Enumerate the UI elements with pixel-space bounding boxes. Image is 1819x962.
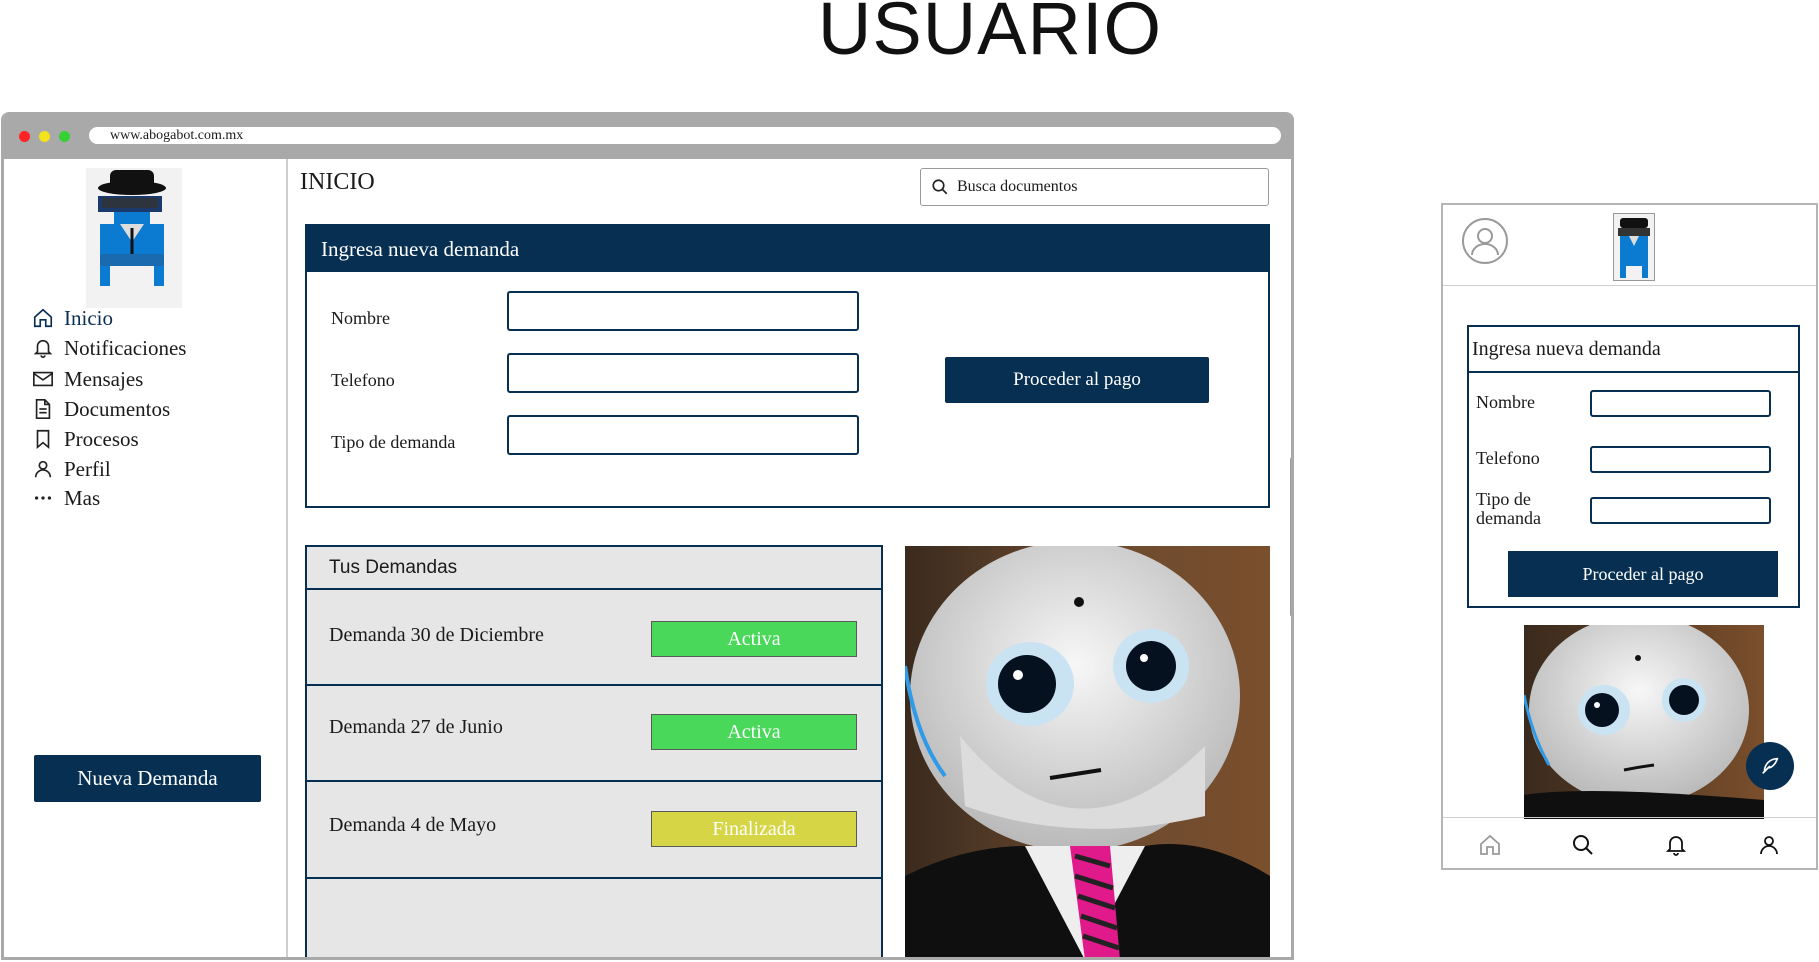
list-item[interactable]: Demanda 4 de Mayo Finalizada	[307, 782, 881, 879]
sidebar-item-label: Mensajes	[64, 366, 144, 391]
mobile-type-label: Tipo de demanda	[1476, 490, 1541, 528]
mobile-name-label: Nombre	[1476, 392, 1535, 412]
status-badge: Activa	[651, 714, 857, 750]
user-icon	[1760, 835, 1779, 854]
sidebar-item-perfil[interactable]: Perfil	[32, 453, 262, 485]
minimize-window-dot[interactable]	[39, 131, 50, 142]
phone-label: Telefono	[331, 370, 395, 390]
list-item[interactable]: Demanda 30 de Diciembre Activa	[307, 590, 881, 686]
proceed-to-payment-button[interactable]: Proceder al pago	[945, 357, 1209, 403]
mobile-name-field[interactable]	[1590, 390, 1771, 417]
bookmark-icon	[36, 429, 50, 450]
mobile-header	[1443, 205, 1816, 286]
type-label: Tipo de demanda	[331, 432, 456, 452]
demands-title: Tus Demandas	[307, 547, 881, 590]
demand-name: Demanda 30 de Diciembre	[329, 624, 544, 646]
demand-name: Demanda 27 de Junio	[329, 716, 503, 738]
name-label: Nombre	[331, 308, 390, 328]
demands-list: Tus Demandas Demanda 30 de Diciembre Act…	[305, 545, 883, 957]
mobile-type-label-line1: Tipo de	[1476, 489, 1531, 509]
search-input[interactable]: Busca documentos	[920, 168, 1269, 206]
user-icon	[34, 460, 52, 478]
mail-icon	[33, 371, 53, 387]
browser-window: www.abogabot.com.mx Inicio Notificacione…	[1, 112, 1294, 960]
mobile-nav-profile[interactable]	[1723, 818, 1816, 868]
name-field[interactable]	[507, 291, 859, 331]
sidebar-item-label: Notificaciones	[64, 335, 187, 360]
page-title: USUARIO	[817, 0, 1163, 70]
main-title: INICIO	[300, 169, 375, 195]
sidebar: Inicio Notificaciones Mensajes Documento…	[4, 159, 288, 957]
mobile-robot-photo	[1524, 625, 1764, 819]
mobile-nav-search[interactable]	[1536, 818, 1629, 868]
sidebar-item-label: Mas	[64, 485, 101, 510]
sidebar-item-label: Documentos	[64, 396, 171, 421]
robot-photo	[905, 546, 1270, 957]
status-badge: Finalizada	[651, 811, 857, 847]
mobile-type-field[interactable]	[1590, 497, 1771, 524]
search-icon	[1572, 834, 1593, 855]
search-placeholder: Busca documentos	[957, 178, 1078, 195]
new-demand-button[interactable]: Nueva Demanda	[34, 755, 261, 802]
more-icon	[34, 496, 52, 500]
profile-avatar-icon[interactable]	[1461, 217, 1509, 265]
bell-icon	[33, 339, 53, 358]
bell-icon	[1665, 835, 1687, 856]
sidebar-item-mas[interactable]: Mas	[32, 482, 262, 514]
status-badge: Activa	[651, 621, 857, 657]
close-window-dot[interactable]	[19, 131, 30, 142]
mobile-nav-home[interactable]	[1443, 818, 1536, 868]
mobile-mockup: Ingresa nueva demanda Nombre Telefono Ti…	[1441, 203, 1818, 870]
sidebar-item-inicio[interactable]: Inicio	[32, 302, 262, 334]
search-icon	[932, 179, 948, 195]
abogabot-logo-small	[1613, 213, 1655, 281]
sidebar-item-documentos[interactable]: Documentos	[32, 393, 262, 425]
maximize-window-dot[interactable]	[59, 131, 70, 142]
form-title: Ingresa nueva demanda	[307, 226, 1268, 272]
home-icon	[1479, 834, 1500, 855]
address-bar[interactable]: www.abogabot.com.mx	[89, 127, 1281, 144]
mobile-nav-notifications[interactable]	[1630, 818, 1723, 868]
phone-field[interactable]	[507, 353, 859, 393]
browser-toolbar: www.abogabot.com.mx	[4, 112, 1291, 159]
sidebar-item-label: Inicio	[64, 305, 113, 330]
feather-icon	[1762, 757, 1779, 774]
mobile-proceed-to-payment-button[interactable]: Proceder al pago	[1508, 551, 1778, 597]
list-item[interactable]: Demanda 27 de Junio Activa	[307, 686, 881, 782]
mobile-phone-label: Telefono	[1476, 448, 1540, 468]
mobile-new-demand-form: Ingresa nueva demanda Nombre Telefono Ti…	[1467, 325, 1800, 608]
mobile-form-title: Ingresa nueva demanda	[1469, 327, 1798, 373]
sidebar-item-notificaciones[interactable]: Notificaciones	[32, 332, 262, 364]
mobile-bottom-nav	[1443, 817, 1816, 868]
sidebar-item-procesos[interactable]: Procesos	[32, 423, 262, 455]
new-demand-form: Ingresa nueva demanda Nombre Telefono Ti…	[305, 224, 1270, 508]
type-field[interactable]	[507, 415, 859, 455]
mobile-type-label-line2: demanda	[1476, 508, 1541, 528]
sidebar-item-mensajes[interactable]: Mensajes	[32, 363, 262, 395]
abogabot-logo	[86, 168, 182, 308]
home-icon	[33, 308, 53, 328]
document-icon	[35, 399, 51, 419]
sidebar-item-label: Perfil	[64, 456, 111, 481]
scrollbar-thumb[interactable]	[1290, 457, 1291, 617]
demand-name: Demanda 4 de Mayo	[329, 814, 497, 836]
compose-button[interactable]	[1746, 742, 1794, 790]
sidebar-item-label: Procesos	[64, 426, 139, 451]
mobile-phone-field[interactable]	[1590, 446, 1771, 473]
